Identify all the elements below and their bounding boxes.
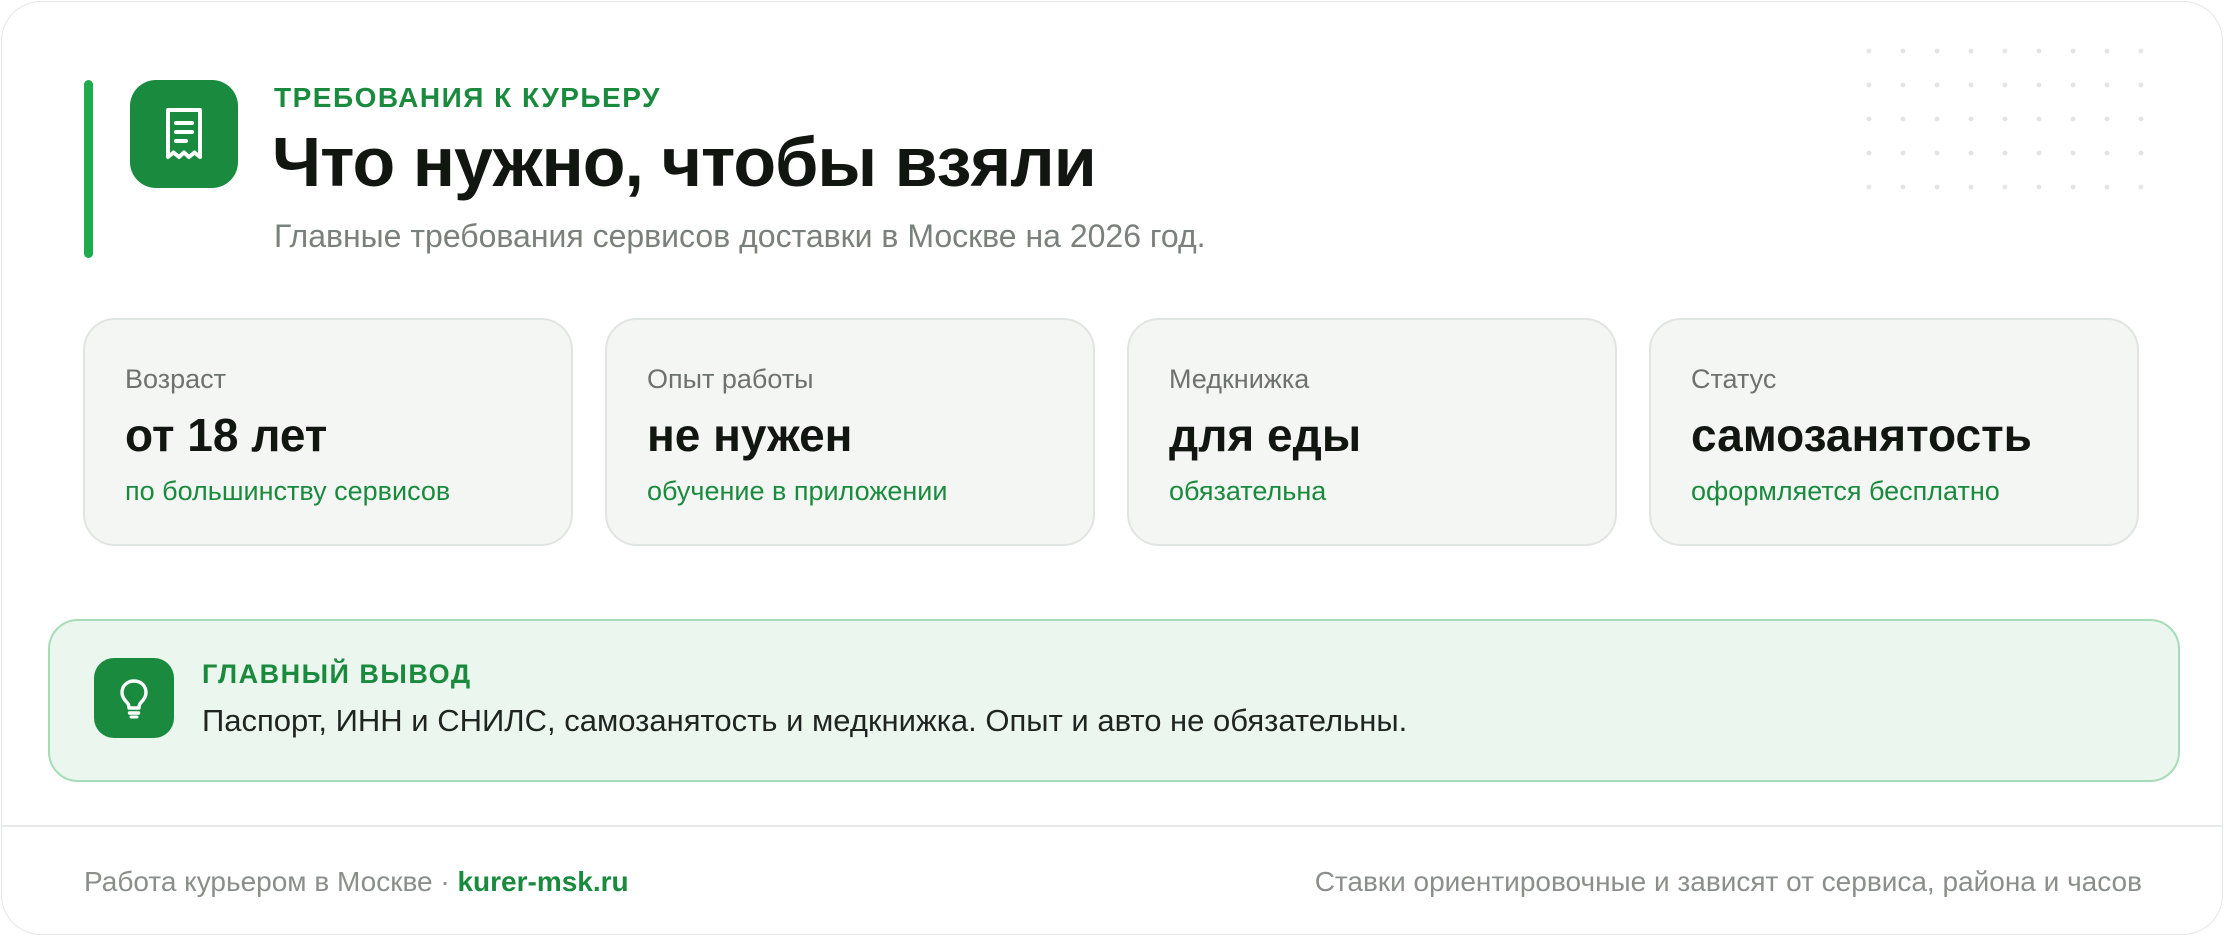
- section-eyebrow: ТРЕБОВАНИЯ К КУРЬЕРУ: [274, 82, 661, 113]
- takeaway-heading: ГЛАВНЫЙ ВЫВОД: [202, 659, 472, 689]
- stat-label: Опыт работы: [647, 364, 814, 394]
- stat-note: обязательна: [1169, 476, 1327, 506]
- page-title: Что нужно, чтобы взяли: [272, 123, 1097, 201]
- stat-label: Возраст: [125, 364, 226, 394]
- stat-card-experience: Опыт работы не нужен обучение в приложен…: [605, 318, 1095, 546]
- receipt-icon: [130, 80, 238, 188]
- stat-value: самозанятость: [1691, 409, 2032, 461]
- stat-card-status: Статус самозанятость оформляется бесплат…: [1649, 318, 2139, 546]
- stat-note: оформляется бесплатно: [1691, 476, 2000, 506]
- footer-caption: Работа курьером в Москве · kurer-msk.ru: [84, 864, 629, 900]
- dot-grid-decoration: [1866, 48, 2166, 198]
- stat-note: по большинству сервисов: [125, 476, 451, 506]
- footer-disclaimer: Ставки ориентировочные и зависят от серв…: [1314, 866, 2142, 897]
- stat-label: Медкнижка: [1169, 364, 1310, 394]
- stat-card-age: Возраст от 18 лет по большинству сервисо…: [83, 318, 573, 546]
- stat-label: Статус: [1691, 364, 1777, 394]
- site-link[interactable]: kurer-msk.ru: [457, 866, 628, 897]
- lightbulb-icon: [94, 658, 174, 738]
- requirements-card: ТРЕБОВАНИЯ К КУРЬЕРУ Что нужно, чтобы вз…: [1, 1, 2223, 935]
- footer-divider: [2, 825, 2222, 827]
- page-subtitle: Главные требования сервисов доставки в М…: [274, 218, 1206, 254]
- accent-bar: [84, 80, 93, 258]
- stat-note: обучение в приложении: [647, 476, 948, 506]
- stat-value: от 18 лет: [125, 409, 328, 461]
- takeaway-text: Паспорт, ИНН и СНИЛС, самозанятость и ме…: [202, 703, 1408, 738]
- stat-card-medical-book: Медкнижка для еды обязательна: [1127, 318, 1617, 546]
- key-takeaway-box: ГЛАВНЫЙ ВЫВОД Паспорт, ИНН и СНИЛС, само…: [48, 619, 2180, 782]
- stat-value: для еды: [1169, 409, 1362, 461]
- footer-caption-text: Работа курьером в Москве ·: [84, 866, 458, 897]
- stat-value: не нужен: [647, 409, 853, 461]
